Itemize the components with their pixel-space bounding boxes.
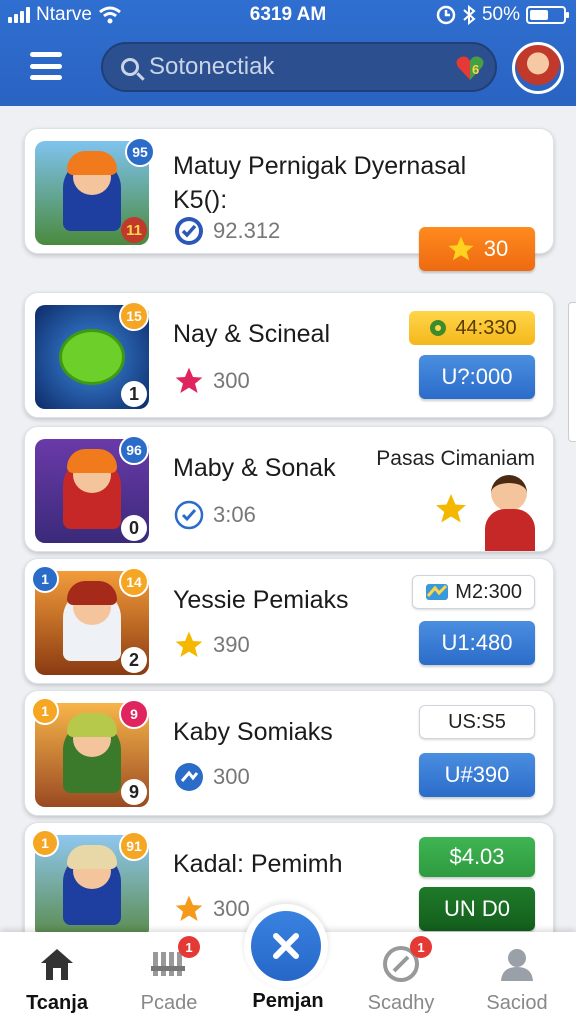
game-meta-value: 390 <box>213 632 250 657</box>
nav-item-arcade[interactable]: 1 Pcade <box>114 936 224 1015</box>
game-title: Maby & Sonak <box>173 454 336 482</box>
nav-label: Saciod <box>486 992 548 1014</box>
game-meta: 300 <box>173 893 250 925</box>
star-icon <box>173 365 205 397</box>
price-tag: 44:330 <box>409 311 535 345</box>
corner-badge: 15 <box>119 301 149 331</box>
game-meta: 300 <box>173 365 250 397</box>
star-icon <box>436 494 466 523</box>
game-meta: 3:06 <box>173 499 256 531</box>
corner-badge: 95 <box>125 137 155 167</box>
alarm-icon <box>436 5 456 25</box>
buy-button-label: U?:000 <box>441 364 513 389</box>
nav-item-home[interactable]: Tcanja <box>2 942 112 1015</box>
game-meta-value: 300 <box>213 896 250 921</box>
game-card[interactable]: 11 95 Matuy Pernigak Dyernasal K5(): 92.… <box>24 128 554 271</box>
game-meta: 92.312 <box>173 215 280 247</box>
search-input[interactable] <box>149 53 439 81</box>
rank-number: 9 <box>121 779 147 805</box>
left-badge: 1 <box>31 829 59 857</box>
rank-number: 1 <box>121 381 147 407</box>
search-icon <box>121 58 139 76</box>
bluetooth-icon <box>463 5 476 25</box>
corner-badge: 9 <box>119 699 149 729</box>
game-meta: 390 <box>173 629 250 661</box>
buy-button[interactable]: U?:000 <box>419 355 535 399</box>
send-icon <box>173 761 205 793</box>
battery-icon <box>526 6 569 24</box>
close-icon <box>251 911 321 981</box>
person-icon <box>462 942 572 986</box>
promo-text: Pasas Cimaniam <box>376 447 535 470</box>
rank-number: 11 <box>121 217 147 243</box>
nav-label: Tcanja <box>26 992 88 1014</box>
map-icon <box>426 584 449 600</box>
buy-button-label: U1:480 <box>441 630 513 655</box>
corner-badge: 96 <box>119 435 149 465</box>
game-meta-value: 300 <box>213 764 250 789</box>
left-badge: 1 <box>31 697 59 725</box>
check-circle-icon <box>173 499 205 531</box>
notification-badge: 1 <box>410 936 432 958</box>
scroll-indicator[interactable] <box>568 302 576 442</box>
play-button[interactable]: 30 <box>419 227 535 271</box>
search-bar[interactable]: 6 <box>101 42 497 92</box>
nav-label: Pcade <box>140 992 198 1014</box>
hamburger-menu-icon[interactable] <box>26 48 66 84</box>
rank-number: 0 <box>121 515 147 541</box>
notification-badge: 1 <box>178 936 200 958</box>
star-icon <box>173 629 205 661</box>
play-button-label: 30 <box>483 236 509 261</box>
game-title: Matuy Pernigak Dyernasal K5(): <box>173 152 467 214</box>
game-meta: 300 <box>173 761 250 793</box>
price-tag-label: $4.03 <box>449 844 505 869</box>
price-tag: US:S5 <box>419 705 535 739</box>
left-badge: 1 <box>31 565 59 593</box>
game-card[interactable]: 1 15 Nay & Scineal 300 44:330 U?:000 <box>24 292 554 418</box>
game-meta-value: 3:06 <box>213 502 256 527</box>
gear-icon <box>430 320 447 336</box>
center-action-button[interactable] <box>244 904 328 988</box>
check-badge-icon <box>173 215 205 247</box>
buy-button[interactable]: U#390 <box>419 753 535 797</box>
buy-button-label: U#390 <box>444 762 510 787</box>
nav-label: Scadhy <box>367 992 435 1014</box>
mascot-character <box>477 469 547 551</box>
rank-number: 2 <box>121 647 147 673</box>
price-tag-label: 44:330 <box>455 316 517 339</box>
profile-avatar[interactable] <box>512 42 564 94</box>
game-card[interactable]: 9 1 9 Kaby Somiaks 300 US:S5 U#390 <box>24 690 554 816</box>
center-action-label: Pemjan <box>252 990 324 1012</box>
buy-button[interactable]: U1:480 <box>419 621 535 665</box>
home-icon <box>2 942 112 986</box>
nav-item-scadhy[interactable]: 1 Scadhy <box>346 936 456 1015</box>
corner-badge: 91 <box>119 831 149 861</box>
search-badge-number: 6 <box>472 62 479 77</box>
compass-icon: 1 <box>346 936 456 986</box>
game-meta-value: 300 <box>213 368 250 393</box>
star-icon <box>173 893 205 925</box>
game-list: 11 95 Matuy Pernigak Dyernasal K5(): 92.… <box>0 106 576 936</box>
game-card[interactable]: 0 96 Maby & Sonak 3:06 Pasas Cimaniam <box>24 426 554 552</box>
nav-item-profile[interactable]: Saciod <box>462 942 572 1015</box>
game-meta-value: 92.312 <box>213 218 281 243</box>
buy-button[interactable]: UN D0 <box>419 887 535 931</box>
price-tag-label: M2:300 <box>455 580 522 603</box>
heart-badge-icon[interactable]: 6 <box>455 54 485 82</box>
price-tag: M2:300 <box>412 575 535 609</box>
grid-icon: 1 <box>114 936 224 986</box>
star-icon <box>448 236 474 261</box>
status-bar: Ntarve 6319 AM 50% <box>0 0 576 32</box>
battery-percent: 50% <box>481 4 520 25</box>
price-tag-label: US:S5 <box>448 710 506 733</box>
buy-button-label: UN D0 <box>443 896 510 921</box>
price-tag[interactable]: $4.03 <box>419 837 535 877</box>
corner-badge: 14 <box>119 567 149 597</box>
app-header: Ntarve 6319 AM 50% 6 <box>0 0 576 106</box>
game-card[interactable]: 2 1 14 Yessie Pemiaks 390 M2:300 U1:480 <box>24 558 554 684</box>
